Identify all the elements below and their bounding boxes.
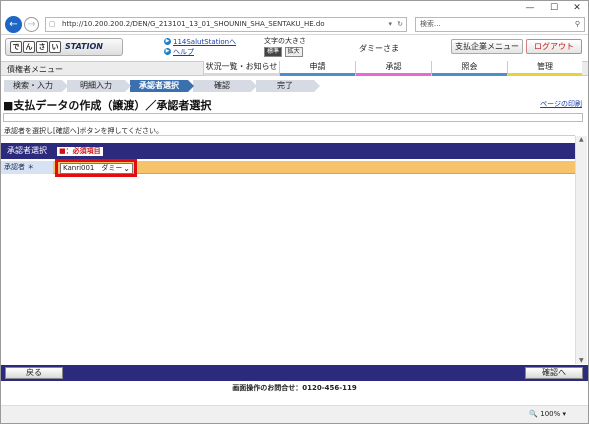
footer-bar <box>1 365 588 381</box>
help-link-wrap[interactable]: ▶ ヘルプ <box>164 47 194 57</box>
zoom-icon: 🔍 <box>529 410 538 418</box>
step-search-input: 検索・入力 <box>4 80 68 92</box>
logo-char: ん <box>23 41 35 53</box>
approver-selected-value: Kanri001 ダミー <box>63 164 123 172</box>
browser-status-bar <box>1 405 588 423</box>
payer-menu-button[interactable]: 支払企業メニュー <box>451 39 523 54</box>
back-arrow-icon[interactable]: ← <box>5 16 22 33</box>
tab-color-bar <box>356 73 431 76</box>
step-approver-select: 承認者選択 <box>130 80 194 92</box>
browser-search-input[interactable]: 検索... ⚲ <box>415 17 585 32</box>
densai-station-logo: でんさい STATION <box>5 38 123 56</box>
page-icon: ▢ <box>49 20 56 28</box>
contact-info: 画面操作のお問合せ：0120-456-119 <box>232 384 357 392</box>
logout-button[interactable]: ログアウト <box>526 39 582 54</box>
tab-color-bar <box>432 73 507 76</box>
refresh-icon[interactable]: ↻ <box>397 18 403 31</box>
tab-color-bar <box>204 73 279 76</box>
search-icon[interactable]: ⚲ <box>575 18 580 31</box>
arrow-circle-icon: ▶ <box>164 38 171 45</box>
tab-label: 承認 <box>385 62 402 71</box>
scroll-up-icon[interactable]: ▲ <box>579 136 584 143</box>
help-link[interactable]: ヘルプ <box>173 48 194 56</box>
divider <box>1 135 575 136</box>
tab-management[interactable]: 管理 <box>507 61 582 76</box>
vertical-scrollbar[interactable]: ▲ ▼ <box>575 136 587 364</box>
salutstation-link[interactable]: 114SalutStationへ <box>173 38 236 46</box>
tab-inquiry[interactable]: 照会 <box>431 61 507 76</box>
zoom-control[interactable]: 🔍 100% ▾ <box>529 410 566 418</box>
approver-label: 承認者 ＊ <box>1 161 53 174</box>
maximize-icon[interactable]: ☐ <box>542 1 566 15</box>
font-size-label: 文字の大きさ <box>264 37 306 45</box>
salutstation-link-wrap[interactable]: ▶ 114SalutStationへ <box>164 37 236 47</box>
logo-char: さ <box>36 41 48 53</box>
tab-status-list[interactable]: 状況一覧・お知らせ <box>203 61 279 76</box>
step-complete: 完了 <box>256 80 320 92</box>
search-placeholder: 検索... <box>420 20 441 28</box>
approver-select[interactable]: Kanri001 ダミー ⌄ <box>60 163 133 174</box>
print-page-link[interactable]: ページの印刷 <box>540 99 582 109</box>
tab-color-bar <box>508 73 582 76</box>
required-badge: ■：必須項目 <box>57 147 103 156</box>
tab-color-bar <box>280 73 355 76</box>
chevron-down-icon: ⌄ <box>123 164 130 173</box>
browser-window: — ☐ ✕ ← → ▢ http://10.200.200.2/DEN/G_21… <box>0 0 589 424</box>
minimize-icon[interactable]: — <box>518 1 542 15</box>
font-size-normal-button[interactable]: 標準 <box>264 47 283 57</box>
address-bar[interactable]: ▢ http://10.200.200.2/DEN/G_213101_13_01… <box>45 17 407 32</box>
step-detail-input: 明細入力 <box>67 80 131 92</box>
arrow-circle-icon: ▶ <box>164 48 171 55</box>
font-size-large-button[interactable]: 拡大 <box>284 47 303 57</box>
tab-label: 照会 <box>461 62 478 71</box>
section-title: 承認者選択 <box>7 146 47 155</box>
logo-char: い <box>49 41 61 53</box>
dropdown-icon[interactable]: ▾ <box>388 18 392 31</box>
tab-label: 管理 <box>537 62 553 71</box>
logo-text: STATION <box>65 42 103 51</box>
zoom-level: 100% <box>540 410 561 418</box>
tab-approval[interactable]: 承認 <box>355 61 431 76</box>
chevron-down-icon: ▾ <box>562 410 566 418</box>
menu-heading: 債権者メニュー <box>7 65 63 74</box>
logo-char: で <box>10 41 22 53</box>
back-button[interactable]: 戻る <box>5 367 63 379</box>
page-title: ■支払データの作成（譲渡）／承認者選択 <box>3 99 212 112</box>
address-text: http://10.200.200.2/DEN/G_213101_13_01_S… <box>62 20 325 28</box>
step-confirm: 確認 <box>193 80 257 92</box>
tab-label: 申請 <box>309 62 326 71</box>
title-bar <box>1 1 588 15</box>
tab-application[interactable]: 申請 <box>279 61 355 76</box>
user-name: ダミーさま <box>359 44 399 53</box>
to-confirm-button[interactable]: 確認へ <box>525 367 583 379</box>
forward-arrow-icon[interactable]: → <box>24 17 39 32</box>
message-area <box>3 113 583 122</box>
close-icon[interactable]: ✕ <box>565 1 589 15</box>
section-header: 承認者選択 ■：必須項目 <box>1 143 575 159</box>
tab-label: 状況一覧・お知らせ <box>205 62 278 71</box>
scroll-down-icon[interactable]: ▼ <box>579 357 584 364</box>
